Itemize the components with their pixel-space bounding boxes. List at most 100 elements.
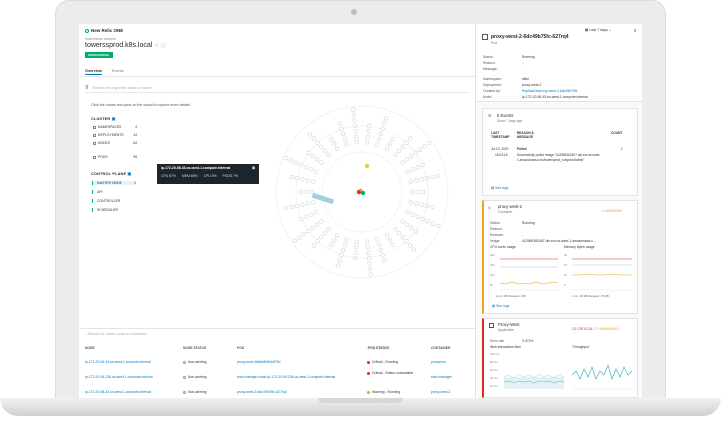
pod-dot[interactable]	[354, 245, 359, 250]
pod-dot[interactable]	[294, 160, 299, 165]
pod-dot[interactable]	[352, 255, 358, 261]
pod-dot[interactable]	[344, 142, 349, 147]
pod-dot[interactable]	[311, 136, 316, 141]
pod-dot[interactable]	[424, 176, 430, 181]
pod-dot[interactable]	[314, 169, 319, 174]
pod-dot[interactable]	[422, 144, 427, 149]
pod-dot[interactable]	[408, 136, 413, 141]
pod-dot[interactable]	[420, 216, 425, 222]
pod-dot[interactable]	[351, 112, 357, 118]
pod-dot[interactable]	[408, 243, 413, 248]
time-range-picker[interactable]: ▦ Last 7 days ⌄	[585, 28, 612, 32]
pod-dot[interactable]	[351, 107, 356, 112]
pod-dot[interactable]	[400, 219, 405, 224]
pod-dot[interactable]	[354, 239, 359, 244]
pod-dot[interactable]	[419, 177, 424, 182]
pod-dot[interactable]	[365, 245, 370, 250]
col-pod-status[interactable]: POD STATUS	[366, 346, 391, 350]
cluster-row-pods[interactable]: PODS 99	[93, 155, 137, 159]
pod-dot[interactable]	[383, 116, 389, 121]
cluster-visualization[interactable]	[272, 102, 452, 282]
pod-dot[interactable]	[326, 227, 331, 232]
pod-dot[interactable]	[332, 141, 337, 147]
pod-dot[interactable]	[367, 261, 372, 266]
pod-dot[interactable]	[382, 258, 387, 263]
cell-container[interactable]: proxymon	[431, 360, 446, 364]
pod-dot[interactable]	[353, 129, 358, 134]
pod-dot[interactable]	[409, 225, 414, 231]
pod-dot[interactable]	[300, 202, 305, 207]
pod-dot[interactable]	[314, 157, 320, 162]
cpu-usage-chart[interactable]	[500, 253, 558, 291]
pod-dot[interactable]	[366, 255, 372, 261]
control-plane-scheduler[interactable]: SCHEDULER	[92, 208, 118, 212]
cluster-row-deployments[interactable]: DEPLOYMENTS 44	[93, 133, 137, 137]
pod-dot[interactable]	[310, 200, 316, 205]
pod-dot[interactable]	[382, 121, 387, 126]
pod-dot[interactable]	[340, 131, 346, 137]
pod-dot[interactable]	[396, 148, 402, 153]
pod-dot[interactable]	[400, 160, 405, 165]
pod-dot[interactable]	[319, 235, 324, 240]
pod-dot[interactable]	[430, 221, 435, 226]
pod-dot[interactable]	[315, 140, 320, 145]
pod-dot[interactable]	[322, 148, 328, 153]
pod-dot[interactable]	[332, 237, 337, 243]
control-plane-toggle-icon[interactable]: ▣	[128, 172, 132, 176]
pod-dot[interactable]	[342, 137, 347, 142]
control-plane-master-node[interactable]: MASTER NODE 1	[92, 181, 136, 185]
cell-pod[interactable]: etcd-manager-main-ip-172-20-94-236.us-we…	[237, 375, 335, 379]
pod-dot[interactable]	[424, 203, 430, 208]
pod-dot[interactable]	[430, 174, 435, 180]
table-search-input[interactable]: ⌕ Search for nodes, pods or containers	[85, 332, 147, 336]
cluster-row-namespaces[interactable]: NAMESPACES 4	[93, 125, 137, 129]
pod-dot[interactable]	[309, 212, 314, 217]
pod-dot[interactable]	[390, 242, 395, 247]
filter-icon[interactable]: ⊽	[85, 85, 89, 91]
pod-dot[interactable]	[435, 173, 440, 179]
pod-dot[interactable]	[420, 162, 425, 168]
filter-input[interactable]: Search for a specific node or name	[93, 86, 152, 90]
pod-dot[interactable]	[334, 233, 340, 238]
pod-dot[interactable]	[375, 142, 380, 147]
cell-node[interactable]: ip-172-20-58-43.us-west-1.compute.intern…	[85, 390, 151, 394]
cell-node[interactable]: ip-172-20-54-44.us-west-1.compute.intern…	[85, 360, 151, 364]
pod-dot[interactable]	[415, 165, 420, 170]
pod-dot[interactable]	[414, 201, 419, 206]
pod-dot[interactable]	[404, 222, 410, 227]
cell-container[interactable]: proxy-west-2	[431, 390, 450, 394]
pod-dot[interactable]	[430, 204, 435, 210]
pod-dot[interactable]	[329, 242, 334, 247]
pod-dot[interactable]	[384, 233, 390, 238]
pod-dot[interactable]	[299, 162, 304, 168]
cell-node[interactable]: ip-172-20-94-236.us-west-1.compute.inter…	[85, 375, 153, 379]
pod-dot[interactable]	[400, 235, 405, 240]
pod-dot[interactable]	[337, 258, 342, 263]
pod-dot[interactable]	[419, 202, 424, 207]
pod-dot[interactable]	[354, 134, 359, 139]
tab-overview[interactable]: Overview	[85, 69, 102, 75]
pod-dot[interactable]	[418, 147, 423, 152]
web-transaction-chart[interactable]	[504, 353, 564, 391]
pod-dot[interactable]	[404, 140, 409, 145]
pod-dot[interactable]	[366, 250, 371, 255]
close-icon[interactable]: x	[634, 28, 637, 34]
cluster-row-nodes[interactable]: NODES 64	[93, 141, 137, 145]
info-icon[interactable]: ⓘ	[161, 43, 166, 49]
pod-dot[interactable]	[409, 189, 415, 195]
pod-dot[interactable]	[298, 189, 304, 195]
pod-dot[interactable]	[304, 189, 309, 195]
pod-dot[interactable]	[426, 141, 432, 146]
pod-dot[interactable]	[300, 177, 305, 182]
control-plane-api[interactable]: API	[92, 190, 102, 194]
pod-dot[interactable]	[353, 250, 358, 255]
replicaset-link[interactable]: ReplicaSet/proxy-west-2-6dc49b75fc	[522, 89, 577, 93]
pod-dot[interactable]	[410, 212, 415, 217]
pod-dot[interactable]	[408, 179, 414, 184]
pod-dot[interactable]	[400, 144, 405, 149]
col-node[interactable]: NODE	[85, 346, 95, 350]
star-icon[interactable]: ☆	[154, 43, 158, 49]
pod-dot[interactable]	[387, 237, 392, 243]
warning-pod-marker[interactable]	[359, 188, 363, 192]
pod-dot[interactable]	[284, 205, 289, 211]
